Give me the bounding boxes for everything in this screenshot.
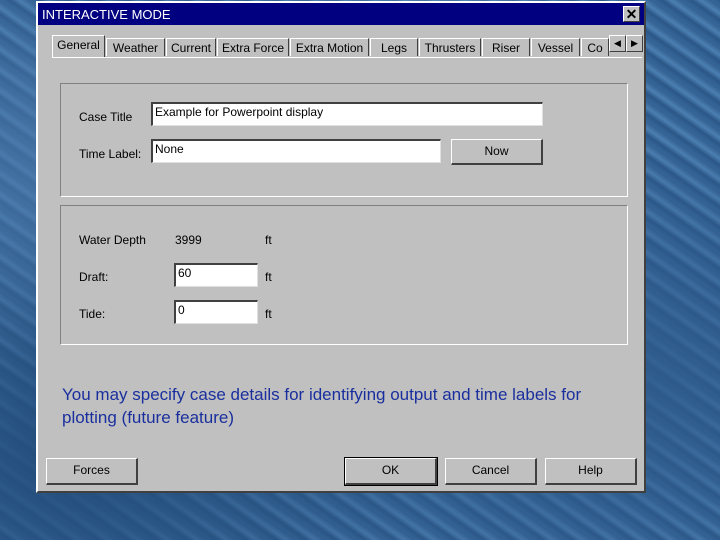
water-depth-label: Water Depth bbox=[79, 233, 146, 247]
tide-input[interactable]: 0 bbox=[174, 300, 258, 324]
time-label-label: Time Label: bbox=[79, 147, 142, 161]
draft-input[interactable]: 60 bbox=[174, 263, 258, 287]
tide-unit: ft bbox=[265, 307, 272, 321]
title-bar[interactable]: INTERACTIVE MODE ✕ bbox=[38, 3, 644, 25]
tab-general[interactable]: General bbox=[52, 35, 105, 57]
water-depth-unit: ft bbox=[265, 233, 272, 247]
tab-scroll-left-button[interactable]: ◀ bbox=[609, 35, 626, 52]
help-button[interactable]: Help bbox=[545, 458, 637, 485]
interactive-mode-dialog: INTERACTIVE MODE ✕ General Weather Curre… bbox=[36, 1, 646, 493]
parameters-panel: Water Depth 3999 ft Draft: 60 ft Tide: 0… bbox=[60, 205, 628, 345]
water-depth-value: 3999 bbox=[175, 233, 202, 247]
time-label-input[interactable]: None bbox=[151, 139, 441, 163]
draft-label: Draft: bbox=[79, 270, 109, 284]
tab-strip: General Weather Current Extra Force Extr… bbox=[52, 35, 643, 58]
window-title: INTERACTIVE MODE bbox=[42, 7, 171, 22]
draft-unit: ft bbox=[265, 270, 272, 284]
tab-current[interactable]: Current bbox=[166, 38, 216, 56]
tab-vessel[interactable]: Vessel bbox=[531, 38, 580, 56]
tab-extra-force[interactable]: Extra Force bbox=[217, 38, 289, 56]
tab-thrusters[interactable]: Thrusters bbox=[419, 38, 481, 56]
cancel-button[interactable]: Cancel bbox=[445, 458, 537, 485]
case-title-input[interactable]: Example for Powerpoint display bbox=[151, 102, 543, 126]
case-panel: Case Title Example for Powerpoint displa… bbox=[60, 83, 628, 197]
close-button[interactable]: ✕ bbox=[623, 6, 640, 22]
tab-legs[interactable]: Legs bbox=[370, 38, 418, 56]
arrow-right-icon: ▶ bbox=[631, 38, 638, 48]
close-icon: ✕ bbox=[625, 6, 638, 22]
ok-button[interactable]: OK bbox=[344, 457, 438, 486]
tab-co[interactable]: Co bbox=[581, 38, 609, 56]
tab-scroll-arrows: ◀ ▶ bbox=[609, 35, 643, 52]
tab-scroll-right-button[interactable]: ▶ bbox=[626, 35, 643, 52]
tab-weather[interactable]: Weather bbox=[106, 38, 165, 56]
case-title-label: Case Title bbox=[79, 110, 133, 124]
tab-extra-motion[interactable]: Extra Motion bbox=[290, 38, 369, 56]
now-button[interactable]: Now bbox=[451, 139, 543, 165]
arrow-left-icon: ◀ bbox=[614, 38, 621, 48]
forces-button[interactable]: Forces bbox=[46, 458, 138, 485]
tide-label: Tide: bbox=[79, 307, 106, 321]
info-text: You may specify case details for identif… bbox=[62, 385, 582, 427]
tab-riser[interactable]: Riser bbox=[482, 38, 530, 56]
